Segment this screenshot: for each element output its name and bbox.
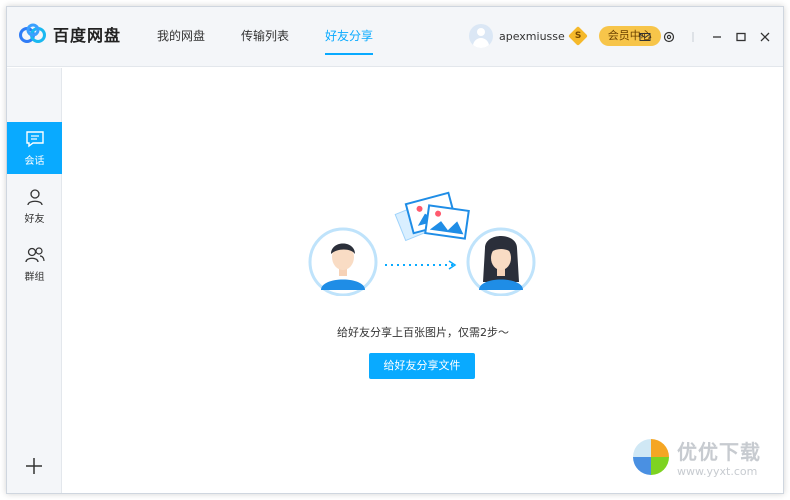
tab-transfer-list[interactable]: 传输列表 <box>241 7 289 67</box>
avatar[interactable] <box>469 24 493 48</box>
photos-icon <box>394 191 470 242</box>
main-content: 给好友分享上百张图片，仅需2步～ 给好友分享文件 <box>63 68 783 493</box>
sidebar-item-label: 群组 <box>24 271 45 283</box>
chat-icon <box>25 130 44 147</box>
maximize-icon[interactable] <box>731 27 751 47</box>
baidu-netdisk-logo <box>19 23 46 43</box>
brand: 百度网盘 <box>19 22 121 46</box>
female-avatar-icon <box>466 227 536 296</box>
tab-my-disk[interactable]: 我的网盘 <box>157 7 205 67</box>
minimize-icon[interactable] <box>707 27 727 47</box>
app-window: 百度网盘 我的网盘 传输列表 好友分享 apexmiusse S 会员中心 会话… <box>6 6 784 494</box>
watermark-logo-icon <box>633 439 669 475</box>
watermark-title: 优优下载 <box>677 440 761 464</box>
settings-gear-icon[interactable] <box>659 27 679 47</box>
sidebar-item-friends[interactable]: 好友 <box>7 180 62 232</box>
tab-friend-share[interactable]: 好友分享 <box>325 7 374 67</box>
male-avatar-icon <box>308 227 378 296</box>
add-icon[interactable] <box>24 456 44 476</box>
title-bar: 百度网盘 我的网盘 传输列表 好友分享 apexmiusse S 会员中心 <box>7 7 783 67</box>
separator <box>683 27 703 47</box>
close-icon[interactable] <box>755 27 775 47</box>
sidebar-item-chat[interactable]: 会话 <box>7 122 62 174</box>
watermark-url: www.yyxt.com <box>677 465 758 478</box>
vip-badge-icon[interactable]: S <box>567 26 588 46</box>
app-title: 百度网盘 <box>53 26 122 45</box>
sidebar-item-label: 好友 <box>24 213 45 225</box>
share-illustration <box>308 191 536 296</box>
username[interactable]: apexmiusse <box>499 30 565 43</box>
sidebar: 会话 好友 群组 <box>7 68 62 493</box>
share-prompt-text: 给好友分享上百张图片，仅需2步～ <box>337 326 509 339</box>
sidebar-item-groups[interactable]: 群组 <box>7 238 62 290</box>
group-icon <box>24 246 45 262</box>
main-nav: 我的网盘 传输列表 好友分享 <box>157 7 409 67</box>
watermark: 优优下载 www.yyxt.com <box>629 435 761 479</box>
person-icon <box>26 188 43 205</box>
sidebar-item-label: 会话 <box>24 155 45 167</box>
share-file-button[interactable]: 给好友分享文件 <box>369 353 475 379</box>
mail-icon[interactable] <box>635 27 655 47</box>
window-controls <box>631 27 775 47</box>
